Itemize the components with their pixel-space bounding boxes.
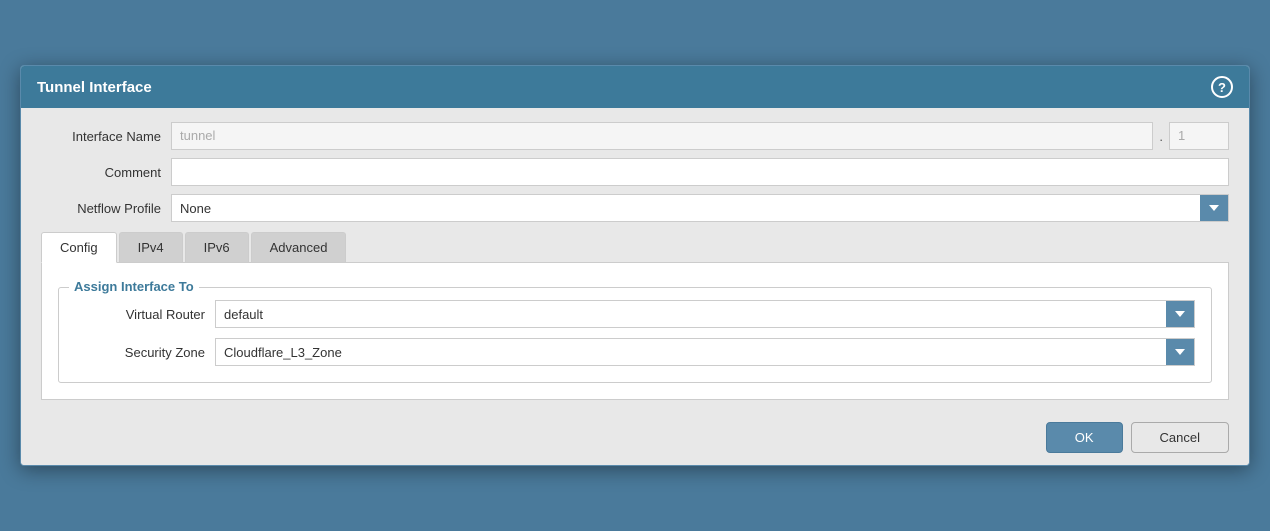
security-zone-arrow[interactable] — [1166, 339, 1194, 365]
comment-input[interactable] — [171, 158, 1229, 186]
interface-name-wrapper: tunnel . 1 — [171, 122, 1229, 150]
ok-button[interactable]: OK — [1046, 422, 1123, 453]
security-zone-field: Cloudflare_L3_Zone — [215, 338, 1195, 366]
netflow-profile-arrow[interactable] — [1200, 195, 1228, 221]
security-zone-label: Security Zone — [75, 345, 215, 360]
interface-name-text: tunnel — [171, 122, 1153, 150]
security-zone-select[interactable]: Cloudflare_L3_Zone — [215, 338, 1195, 366]
dialog-header: Tunnel Interface ? — [21, 66, 1249, 108]
tab-advanced[interactable]: Advanced — [251, 232, 347, 262]
comment-label: Comment — [41, 165, 171, 180]
netflow-profile-row: Netflow Profile None — [41, 194, 1229, 222]
netflow-profile-label: Netflow Profile — [41, 201, 171, 216]
virtual-router-label: Virtual Router — [75, 307, 215, 322]
virtual-router-field: default — [215, 300, 1195, 328]
tab-content: Assign Interface To Virtual Router defau… — [41, 263, 1229, 400]
tab-ipv4[interactable]: IPv4 — [119, 232, 183, 262]
tabs-bar: Config IPv4 IPv6 Advanced — [41, 232, 1229, 263]
dialog-title: Tunnel Interface — [37, 79, 152, 96]
security-zone-row: Security Zone Cloudflare_L3_Zone — [75, 338, 1195, 366]
virtual-router-arrow[interactable] — [1166, 301, 1194, 327]
cancel-button[interactable]: Cancel — [1131, 422, 1229, 453]
virtual-router-select[interactable]: default — [215, 300, 1195, 328]
tab-ipv6[interactable]: IPv6 — [185, 232, 249, 262]
interface-number: 1 — [1169, 122, 1229, 150]
dot-separator: . — [1153, 129, 1169, 144]
interface-name-row: Interface Name tunnel . 1 — [41, 122, 1229, 150]
security-zone-value: Cloudflare_L3_Zone — [216, 340, 1166, 365]
dialog-body: Interface Name tunnel . 1 Comment Netflo… — [21, 108, 1249, 410]
netflow-profile-select[interactable]: None — [171, 194, 1229, 222]
tab-config[interactable]: Config — [41, 232, 117, 263]
tunnel-interface-dialog: Tunnel Interface ? Interface Name tunnel… — [20, 65, 1250, 466]
comment-field — [171, 158, 1229, 186]
virtual-router-value: default — [216, 302, 1166, 327]
netflow-profile-field: None — [171, 194, 1229, 222]
section-legend: Assign Interface To — [69, 279, 199, 294]
comment-row: Comment — [41, 158, 1229, 186]
netflow-profile-value: None — [172, 196, 1200, 221]
dialog-footer: OK Cancel — [21, 410, 1249, 465]
assign-interface-section: Assign Interface To Virtual Router defau… — [58, 287, 1212, 383]
interface-name-label: Interface Name — [41, 129, 171, 144]
help-icon[interactable]: ? — [1211, 76, 1233, 98]
virtual-router-row: Virtual Router default — [75, 300, 1195, 328]
